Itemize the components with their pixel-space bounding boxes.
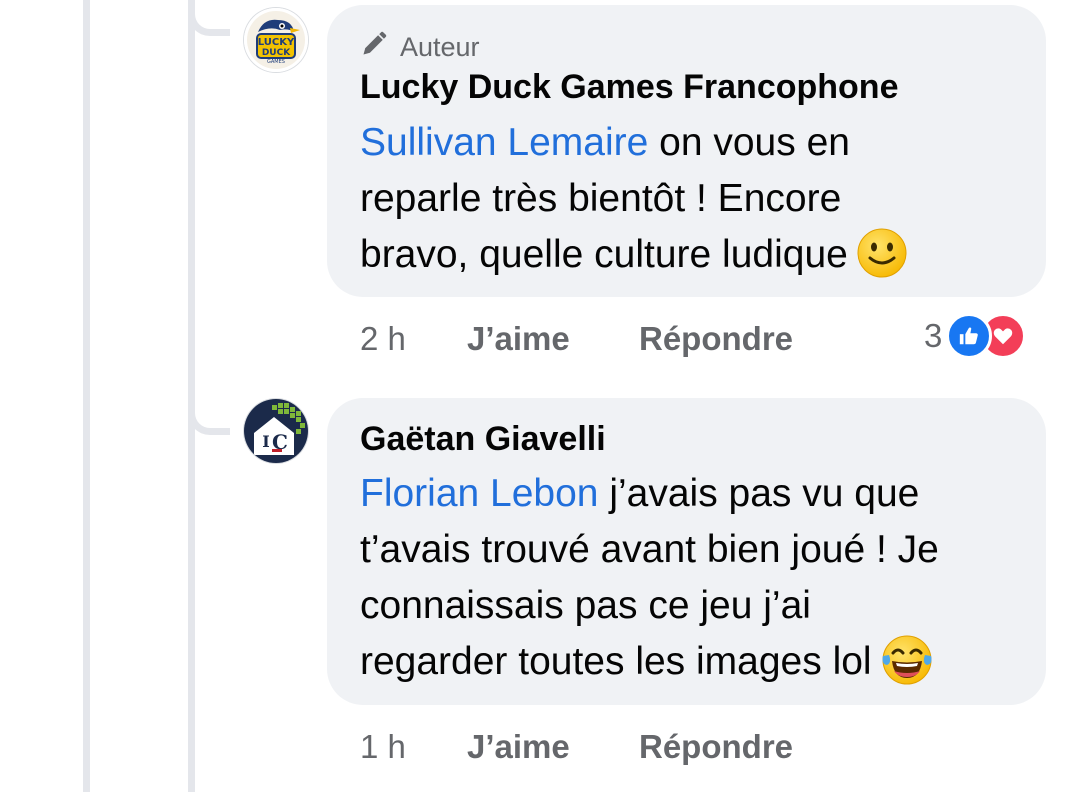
avatar[interactable]: LUCKY DUCK GAMES xyxy=(244,8,308,72)
comment-text-line: bravo, quelle culture ludique xyxy=(360,233,848,276)
tears-of-joy-face-icon xyxy=(880,634,934,686)
like-button[interactable]: J’aime xyxy=(467,320,639,358)
mention-link[interactable]: Sullivan Lemaire xyxy=(360,121,648,164)
reply-button[interactable]: Répondre xyxy=(639,320,793,358)
ic-logo-icon: I C xyxy=(244,399,308,463)
svg-text:DUCK: DUCK xyxy=(262,48,291,58)
svg-text:GAMES: GAMES xyxy=(267,59,285,65)
comment-text-line: regarder toutes les images lol xyxy=(360,640,872,683)
like-reaction-icon xyxy=(946,313,993,359)
comment-text-line: on vous en xyxy=(648,121,850,164)
mention-link[interactable]: Florian Lebon xyxy=(360,472,599,515)
comment-timestamp[interactable]: 1 h xyxy=(360,728,467,766)
author-badge: Auteur xyxy=(360,30,480,65)
svg-text:LUCKY: LUCKY xyxy=(258,37,295,48)
avatar[interactable]: I C xyxy=(244,399,308,463)
comment-bubble: Gaëtan Giavelli Florian Lebon j’avais pa… xyxy=(327,398,1046,705)
slightly-smiling-face-icon xyxy=(856,227,908,279)
comment-author[interactable]: Gaëtan Giavelli xyxy=(360,420,606,459)
comment-actions: 1 h J’aime Répondre xyxy=(360,728,793,766)
reaction-summary[interactable]: 3 xyxy=(924,313,1027,359)
thread-line-outer xyxy=(83,0,90,792)
comment-timestamp[interactable]: 2 h xyxy=(360,320,467,358)
comment-author[interactable]: Lucky Duck Games Francophone xyxy=(360,68,899,107)
author-badge-label: Auteur xyxy=(400,32,480,62)
comment-text: Florian Lebon j’avais pas vu que t’avais… xyxy=(360,466,1020,690)
reply-button[interactable]: Répondre xyxy=(639,728,793,766)
thread-line-inner xyxy=(188,0,195,792)
comment-actions: 2 h J’aime Répondre xyxy=(360,320,793,358)
comment-text-line: reparle très bientôt ! Encore xyxy=(360,177,842,220)
comment-text-line: j’avais pas vu que xyxy=(598,472,920,515)
comment-bubble: Auteur Lucky Duck Games Francophone Sull… xyxy=(327,5,1046,297)
comment-text: Sullivan Lemaire on vous en reparle très… xyxy=(360,115,1020,283)
comment-text-line: t’avais trouvé avant bien joué ! Je xyxy=(360,528,939,571)
lucky-duck-logo-icon: LUCKY DUCK GAMES xyxy=(244,8,308,72)
comment-text-line: connaissais pas ce jeu j’ai xyxy=(360,584,811,627)
svg-text:I: I xyxy=(262,432,269,451)
like-button[interactable]: J’aime xyxy=(467,728,639,766)
reaction-count: 3 xyxy=(924,317,943,354)
pencil-icon xyxy=(360,30,388,65)
